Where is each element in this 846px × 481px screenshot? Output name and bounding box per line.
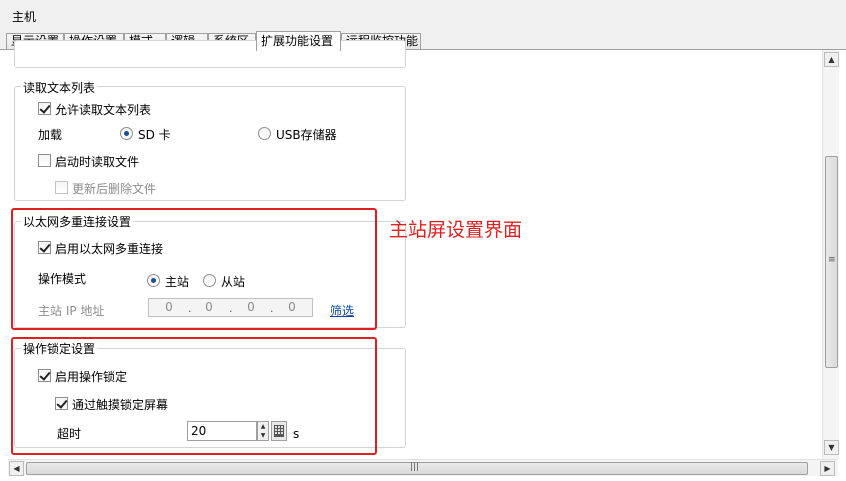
scroll-right-icon[interactable]: ▶ [820,461,835,476]
vertical-scroll-thumb[interactable]: ≡ [825,156,838,368]
group-previous-cut [14,40,406,68]
annotation-master-screen: 主站屏设置界面 [389,219,523,241]
vertical-scrollbar[interactable]: ▲ ≡ ▼ [822,50,839,459]
scroll-down-icon[interactable]: ▼ [824,440,839,455]
delete-after-update-checkbox[interactable] [55,181,68,194]
usb-storage-radio[interactable] [258,127,271,140]
delete-after-update-label: 更新后删除文件 [72,182,157,196]
allow-read-text-label: 允许读取文本列表 [55,103,152,117]
horizontal-scroll-thumb[interactable]: ||| [26,462,808,475]
highlight-ethernet-box [11,208,377,330]
tab-extended-settings[interactable]: 扩展功能设置 [256,31,341,51]
group-read-text-title: 读取文本列表 [21,79,98,96]
startup-read-checkbox[interactable] [38,154,51,167]
grip-icon: ≡ [828,255,836,265]
allow-read-text-checkbox[interactable] [38,102,51,115]
sd-card-radio[interactable] [120,127,133,140]
scroll-left-icon[interactable]: ◀ [9,461,24,476]
scroll-up-icon[interactable]: ▲ [824,52,839,67]
sd-card-label: SD 卡 [138,128,171,142]
horizontal-scrollbar[interactable]: ◀ ||| ▶ [8,459,838,476]
highlight-lock-box [11,337,377,455]
usb-storage-label: USB存储器 [276,128,337,142]
grip-icon: ||| [410,462,420,472]
startup-read-label: 启动时读取文件 [55,155,140,169]
window-title: 主机 [12,10,37,24]
load-label: 加载 [38,128,63,142]
